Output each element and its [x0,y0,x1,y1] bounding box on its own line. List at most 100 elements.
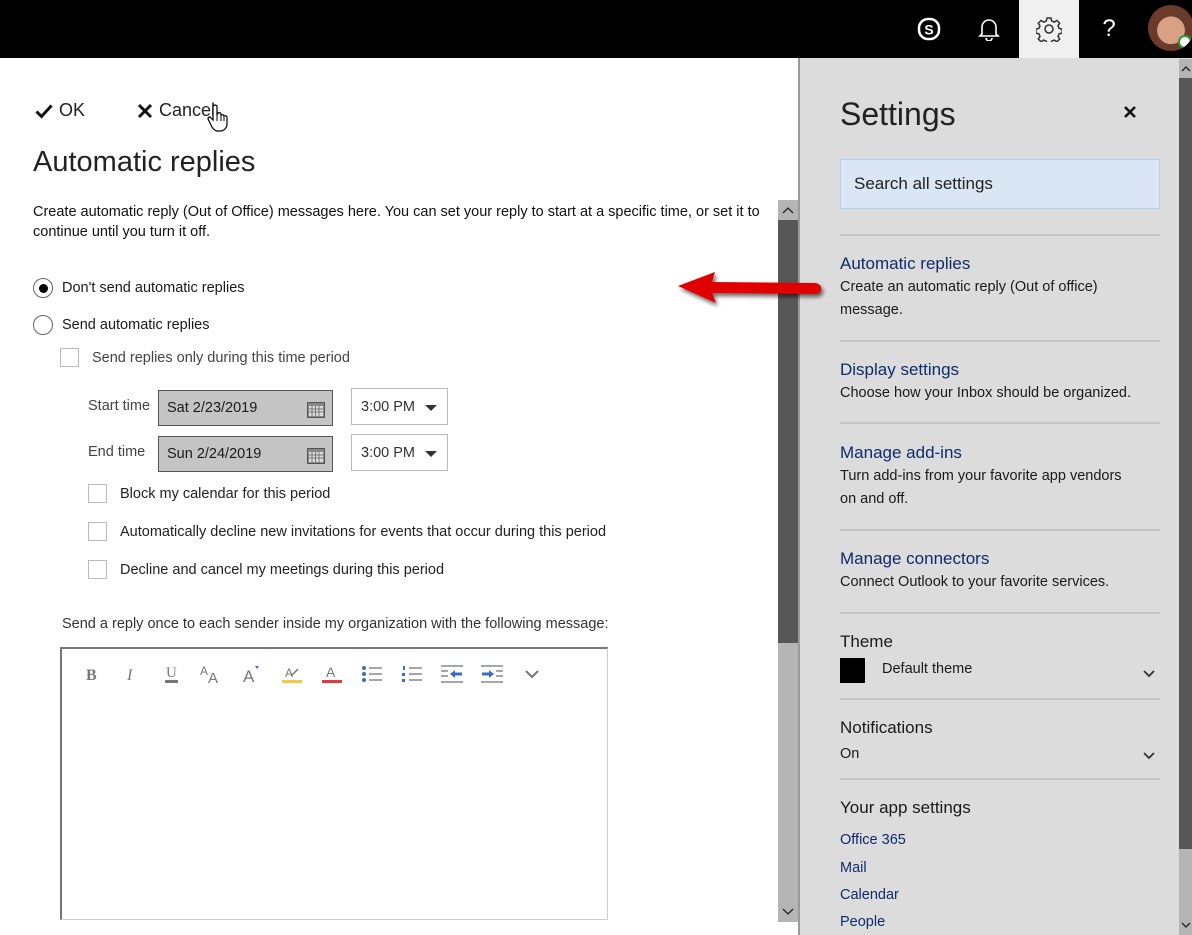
avatar[interactable] [1148,5,1192,51]
notifications-dropdown[interactable]: On [840,746,859,762]
bold-icon: B [86,667,97,682]
close-settings-icon[interactable] [1122,104,1138,120]
increase-indent-button[interactable] [472,659,512,689]
theme-dropdown[interactable]: Default theme [882,661,972,677]
chevron-down-icon[interactable] [1143,670,1155,678]
settings-link-automatic-replies[interactable]: Automatic replies [840,254,970,274]
settings-link-manage-add-ins[interactable]: Manage add-ins [840,443,962,463]
app-link-office-365[interactable]: Office 365 [840,832,906,848]
underline-button[interactable]: U [152,659,192,689]
radio-button[interactable] [33,315,53,335]
time-period-checkbox-row[interactable]: Send replies only during this time perio… [60,348,350,367]
numbering-icon [402,666,422,682]
chevron-up-icon [782,207,794,214]
time-period-checkbox[interactable] [60,348,79,367]
presence-indicator [1178,35,1192,49]
radio-send[interactable]: Send automatic replies [33,315,210,335]
chevron-down-icon [525,670,539,679]
block-calendar-row[interactable]: Block my calendar for this period [88,484,330,503]
main-scrollbar[interactable] [778,200,798,922]
svg-text:S: S [924,22,933,38]
scrollbar-thumb[interactable] [1179,78,1192,849]
app-link-calendar[interactable]: Calendar [840,887,899,903]
scroll-up-button[interactable] [1179,59,1192,78]
grow-font-button[interactable]: A [232,659,272,689]
block-calendar-checkbox[interactable] [88,484,107,503]
italic-button[interactable]: I [112,659,152,689]
start-date-field[interactable]: Sat 2/23/2019 [158,390,333,426]
increase-indent-icon [481,665,503,683]
svg-text:A: A [285,666,293,680]
settings-panel: Settings Search all settings Automatic r… [798,58,1192,935]
app-link-mail[interactable]: Mail [840,860,867,876]
page-description: Create automatic reply (Out of Office) m… [33,204,760,240]
more-options-button[interactable] [512,659,552,689]
chevron-down-icon [782,908,794,915]
divider [840,234,1160,236]
caret-down-icon [425,451,437,457]
theme-swatch [840,658,865,683]
scroll-down-button[interactable] [778,902,798,922]
decline-invitations-checkbox[interactable] [88,522,107,541]
calendar-icon[interactable] [307,448,325,464]
radio-dont-send[interactable]: Don't send automatic replies [33,278,245,298]
start-time-label: Start time [88,398,151,414]
font-color-icon: A [322,664,342,683]
settings-search-input[interactable]: Search all settings [840,159,1160,209]
settings-button[interactable] [1019,0,1079,58]
app-settings-heading: Your app settings [840,798,971,817]
font-size-button[interactable]: AA [192,659,232,689]
calendar-icon[interactable] [307,402,325,418]
chevron-down-icon[interactable] [1143,752,1155,760]
message-editor[interactable]: B I U AA A A A [60,647,608,920]
help-button[interactable]: ? [1079,0,1139,58]
numbering-button[interactable] [392,659,432,689]
bullets-icon [362,666,382,682]
formatting-toolbar: B I U AA A A A [72,659,552,689]
decrease-indent-icon [441,665,463,683]
highlight-icon: A [282,666,302,683]
decrease-indent-button[interactable] [432,659,472,689]
page-title: Automatic replies [33,146,256,178]
notifications-button[interactable] [959,0,1019,58]
scroll-up-button[interactable] [778,200,798,220]
cancel-meetings-row[interactable]: Decline and cancel my meetings during th… [88,560,444,579]
decline-invitations-row[interactable]: Automatically decline new invitations fo… [88,522,606,541]
bold-button[interactable]: B [72,659,112,689]
highlight-button[interactable]: A [272,659,312,689]
cancel-meetings-checkbox[interactable] [88,560,107,579]
check-icon [35,103,53,119]
settings-desc-manage-connectors: Connect Outlook to your favorite service… [840,574,1110,590]
settings-scrollbar[interactable] [1179,59,1192,935]
chevron-down-icon [1181,922,1190,928]
svg-text:U: U [166,665,177,681]
ok-button[interactable]: OK [35,100,85,121]
svg-text:I: I [126,667,133,682]
scrollbar-thumb[interactable] [778,220,798,643]
start-time-dropdown[interactable]: 3:00 PM [351,388,448,425]
message-label: Send a reply once to each sender inside … [62,616,609,632]
scroll-down-button[interactable] [1179,916,1192,935]
settings-desc-display-settings: Choose how your Inbox should be organize… [840,385,1131,401]
grow-font-icon: A [243,666,259,684]
automatic-replies-panel: OK Cancel Automatic replies Create autom… [0,58,798,935]
svg-text:A: A [243,667,255,684]
help-icon: ? [1102,15,1116,42]
notifications-heading: Notifications [840,718,933,737]
app-link-people[interactable]: People [840,914,885,930]
settings-link-display-settings[interactable]: Display settings [840,360,959,380]
divider [840,698,1160,700]
font-color-button[interactable]: A [312,659,352,689]
bullets-button[interactable] [352,659,392,689]
skype-button[interactable]: S [899,0,959,58]
font-size-icon: AA [200,664,218,684]
theme-heading: Theme [840,632,893,651]
end-date-field[interactable]: Sun 2/24/2019 [158,436,333,472]
end-time-dropdown[interactable]: 3:00 PM [351,434,448,471]
divider [840,422,1160,424]
settings-link-manage-connectors[interactable]: Manage connectors [840,549,989,569]
svg-text:B: B [86,667,97,682]
cancel-button[interactable]: Cancel [137,100,215,121]
radio-button-selected[interactable] [33,278,53,298]
svg-text:A: A [208,670,218,684]
